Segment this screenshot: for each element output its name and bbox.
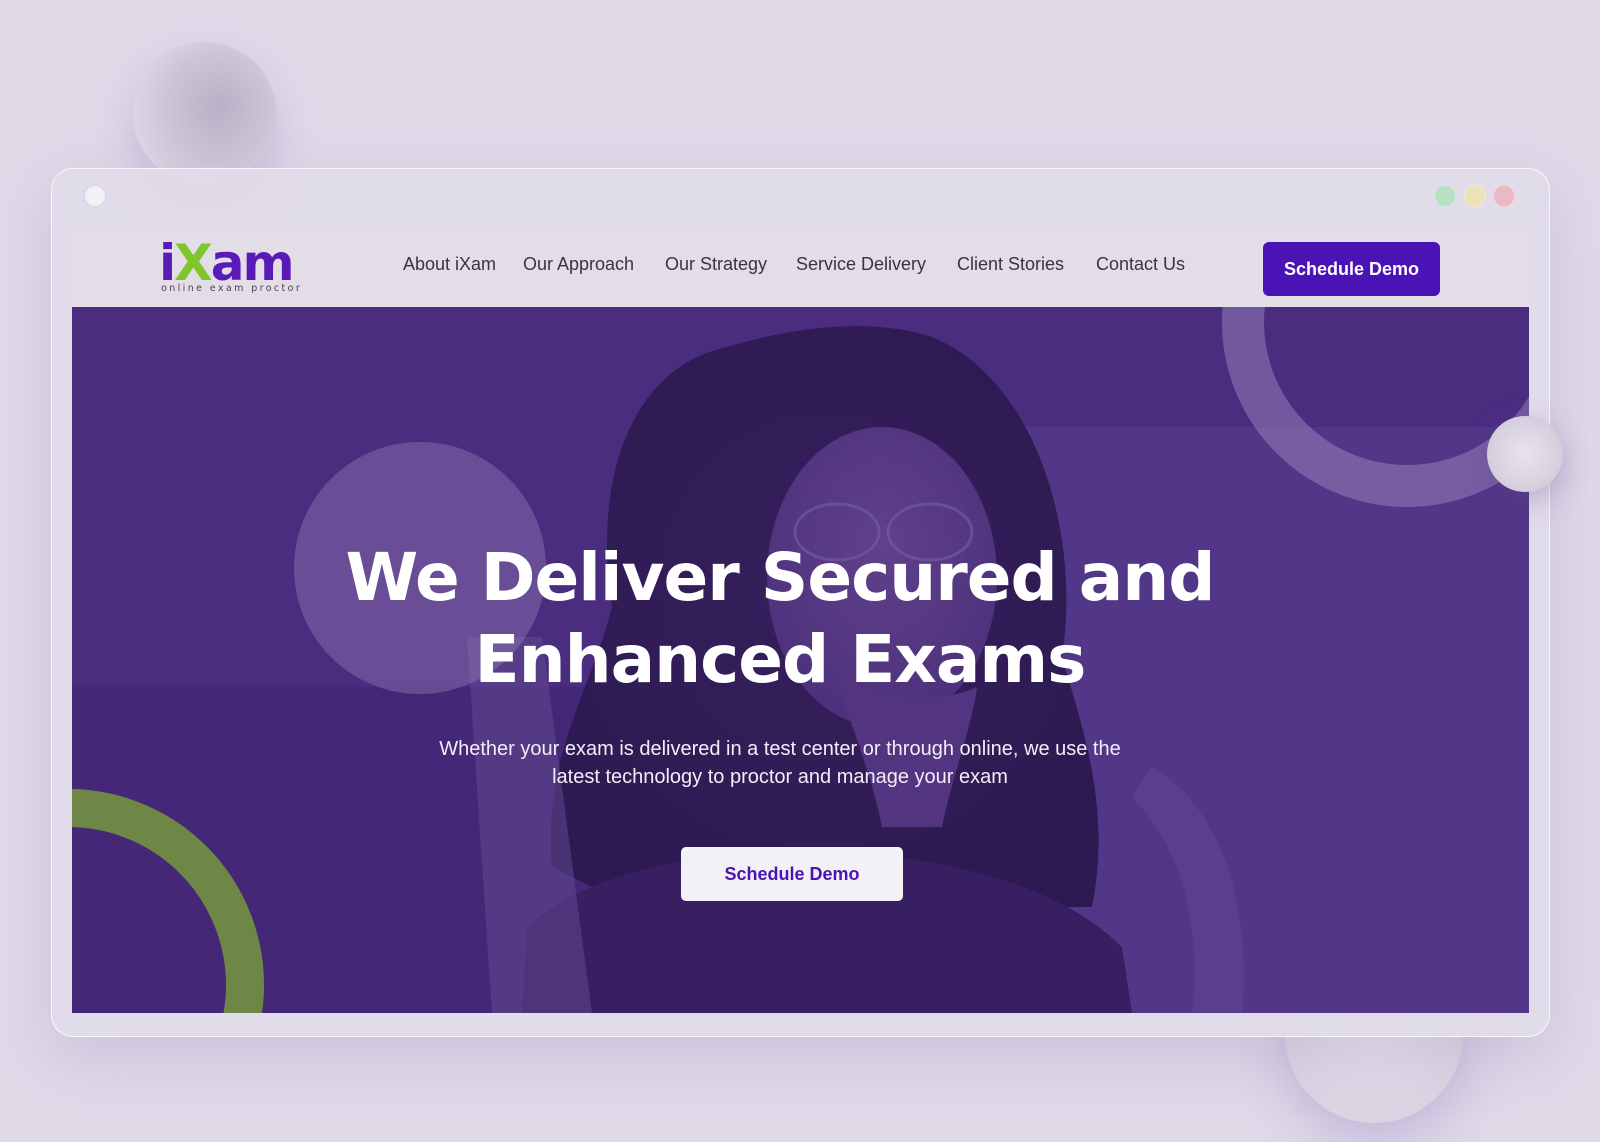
schedule-demo-button-nav[interactable]: Schedule Demo (1263, 242, 1440, 296)
decorative-sphere-top (133, 42, 276, 185)
window-close-icon[interactable] (1493, 185, 1515, 207)
site-navbar: iXam online exam proctor About iXam Our … (72, 227, 1529, 307)
window-minimize-icon[interactable] (1464, 185, 1486, 207)
decorative-sphere-right (1487, 416, 1563, 492)
ixam-logo[interactable]: iXam online exam proctor (159, 235, 309, 301)
hero-title-line-1: We Deliver Secured and (345, 539, 1216, 616)
hero-title: We Deliver Secured and Enhanced Exams (72, 537, 1488, 701)
logo-tagline: online exam proctor (161, 283, 303, 294)
hero-subtitle: Whether your exam is delivered in a test… (72, 735, 1488, 791)
window-maximize-icon[interactable] (1434, 185, 1456, 207)
nav-link-approach[interactable]: Our Approach (523, 254, 634, 275)
nav-link-contact[interactable]: Contact Us (1096, 254, 1185, 275)
nav-link-client-stories[interactable]: Client Stories (957, 254, 1064, 275)
browser-window-frame: iXam online exam proctor About iXam Our … (51, 168, 1550, 1037)
hero-section: We Deliver Secured and Enhanced Exams Wh… (72, 307, 1529, 1013)
schedule-demo-button-hero[interactable]: Schedule Demo (681, 847, 903, 901)
hero-subtitle-line-1: Whether your exam is delivered in a test… (439, 738, 1121, 760)
website-viewport: iXam online exam proctor About iXam Our … (72, 227, 1529, 1013)
hero-subtitle-line-2: latest technology to proctor and manage … (552, 766, 1008, 788)
nav-link-strategy[interactable]: Our Strategy (665, 254, 767, 275)
window-dot-icon (84, 185, 106, 207)
nav-link-about[interactable]: About iXam (403, 254, 496, 275)
hero-title-line-2: Enhanced Exams (474, 621, 1087, 698)
nav-link-service-delivery[interactable]: Service Delivery (796, 254, 926, 275)
